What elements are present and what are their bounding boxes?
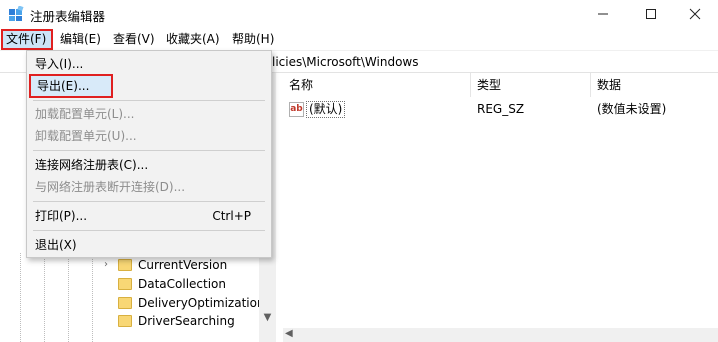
- table-row[interactable]: ab (默认) REG_SZ (数值未设置): [283, 99, 718, 119]
- tree-item-label: DeliveryOptimization: [138, 295, 265, 310]
- value-name-cell: ab (默认): [289, 99, 346, 119]
- scroll-left-icon[interactable]: ◀: [285, 328, 293, 339]
- file-menu-dropdown: 导入(I)... 导出(E)... 加载配置单元(L)... 卸载配置单元(U)…: [26, 50, 272, 258]
- menu-item-export[interactable]: 导出(E)...: [29, 74, 113, 98]
- tree-item-label: DriverSearching: [138, 313, 235, 328]
- menu-separator: [33, 230, 265, 231]
- maximize-button[interactable]: [628, 0, 674, 28]
- value-name: (默认): [306, 100, 346, 118]
- folder-icon: [118, 258, 132, 271]
- column-header-type[interactable]: 类型: [471, 73, 591, 97]
- menu-item-import[interactable]: 导入(I)...: [27, 53, 271, 75]
- menu-item-exit[interactable]: 退出(X): [27, 234, 271, 256]
- string-value-icon: ab: [289, 101, 304, 117]
- menu-item-connect-network-registry[interactable]: 连接网络注册表(C)...: [27, 154, 271, 176]
- menu-file[interactable]: 文件(F): [1, 29, 53, 50]
- menu-view[interactable]: 查看(V): [109, 30, 159, 48]
- menu-separator: [33, 150, 265, 151]
- tree-item-driversearching[interactable]: DriverSearching: [100, 312, 235, 329]
- scroll-down-icon[interactable]: ▼: [259, 309, 276, 326]
- maximize-icon: [646, 9, 656, 19]
- address-path[interactable]: licies\Microsoft\Windows: [272, 55, 419, 69]
- menu-item-disconnect-network-registry: 与网络注册表断开连接(D)...: [35, 180, 186, 194]
- column-header-data[interactable]: 数据: [591, 73, 718, 97]
- regedit-app-icon: [9, 6, 24, 21]
- folder-icon: [118, 296, 132, 309]
- close-icon: [689, 8, 701, 20]
- tree-item-datacollection[interactable]: DataCollection: [100, 274, 226, 293]
- tree-guide-line: [20, 253, 21, 342]
- menu-separator: [33, 201, 265, 202]
- title-bar: 注册表编辑器: [0, 0, 718, 28]
- close-button[interactable]: [672, 0, 718, 28]
- menu-item-load-hive: 加载配置单元(L)...: [35, 107, 135, 121]
- values-horizontal-scrollbar[interactable]: ◀: [283, 328, 718, 342]
- value-data: (数值未设置): [597, 102, 667, 116]
- menu-item-unload-hive: 卸载配置单元(U)...: [35, 129, 137, 143]
- minimize-button[interactable]: [580, 0, 626, 28]
- values-pane[interactable]: 名称 类型 数据 ab (默认) REG_SZ (数值未设置) ◀: [283, 73, 718, 342]
- folder-icon: [118, 314, 132, 327]
- tree-item-deliveryoptimization[interactable]: DeliveryOptimization: [100, 293, 265, 312]
- print-shortcut: Ctrl+P: [212, 209, 251, 223]
- tree-guide-line: [44, 253, 45, 342]
- tree-item-label: DataCollection: [138, 276, 227, 291]
- menu-separator: [33, 100, 265, 101]
- folder-icon: [118, 277, 132, 290]
- minimize-icon: [598, 13, 608, 15]
- chevron-right-icon[interactable]: ›: [100, 259, 112, 270]
- column-header-name[interactable]: 名称: [283, 73, 471, 97]
- menu-edit[interactable]: 编辑(E): [56, 30, 105, 48]
- menu-item-print[interactable]: 打印(P)... Ctrl+P: [27, 205, 271, 227]
- tree-guide-line: [68, 253, 69, 342]
- menu-item-print-label: 打印(P)...: [35, 209, 88, 223]
- tree-guide-line: [92, 253, 93, 342]
- menu-help[interactable]: 帮助(H): [228, 30, 278, 48]
- value-type: REG_SZ: [477, 102, 525, 116]
- window-title: 注册表编辑器: [30, 9, 106, 24]
- tree-item-label: CurrentVersion: [138, 257, 228, 272]
- menu-favorites[interactable]: 收藏夹(A): [162, 30, 224, 48]
- menu-bar: 文件(F) 编辑(E) 查看(V) 收藏夹(A) 帮助(H): [0, 28, 718, 50]
